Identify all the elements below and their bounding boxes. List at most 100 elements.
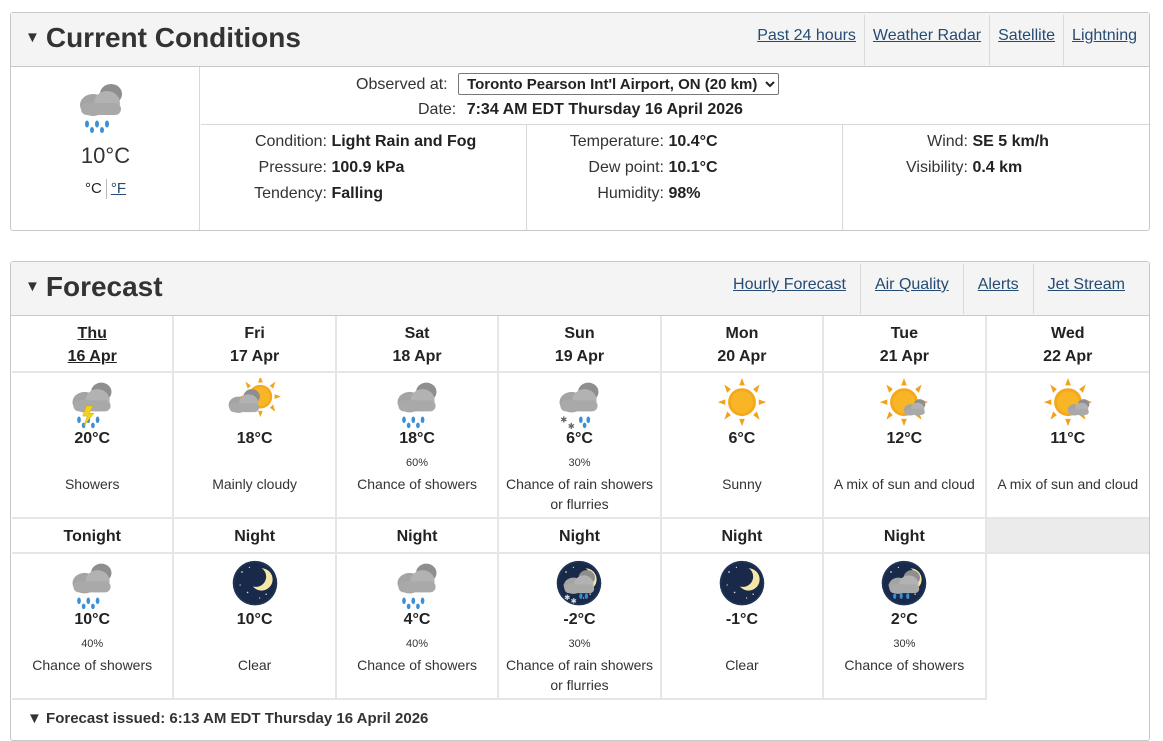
day-header: Mon 20 Apr bbox=[661, 316, 825, 373]
day-forecast-cell: ✱ ✱ 6°C 30% Chance of rain showers or flu… bbox=[499, 373, 662, 519]
condition-label: Condition: bbox=[254, 133, 327, 150]
forecast-temperature: 10°C bbox=[236, 611, 273, 628]
day-header: Wed 22 Apr bbox=[986, 316, 1149, 373]
forecast-summary: Mainly cloudy bbox=[212, 476, 298, 492]
tendency-row: Tendency: Falling bbox=[201, 185, 383, 203]
forecast-temperature: 10°C bbox=[74, 611, 111, 628]
humidity-row: Humidity: 98% bbox=[526, 185, 700, 203]
precip-probability: 60% bbox=[406, 457, 429, 469]
visibility-row: Visibility: 0.4 km bbox=[842, 159, 1022, 177]
day-forecast-cell: 12°C A mix of sun and cloud bbox=[824, 373, 987, 519]
day-forecast-cell: 18°C 60% Chance of showers bbox=[336, 373, 500, 519]
night-header: Night bbox=[336, 519, 500, 554]
day-name: Tue bbox=[890, 325, 918, 342]
forecast-issued-toggle[interactable]: ▼ Forecast issued: 6:13 AM EDT Thursday … bbox=[27, 710, 428, 727]
day-name: Sat bbox=[404, 325, 430, 342]
temperature-value: 10.4°C bbox=[668, 133, 718, 150]
forecast-issued: Forecast issued: 6:13 AM EDT Thursday 16… bbox=[46, 710, 429, 727]
air-quality-link[interactable]: Air Quality bbox=[859, 264, 963, 314]
day-name: Fri bbox=[244, 325, 265, 342]
dewpoint-label: Dew point: bbox=[588, 159, 664, 176]
visibility-value: 0.4 km bbox=[972, 159, 1023, 176]
cloud-rain-icon bbox=[397, 382, 437, 429]
night-forecast-cell: 2°C 30% Chance of showers bbox=[824, 554, 987, 700]
forecast-toggle[interactable]: ▼ Forecast bbox=[25, 271, 163, 303]
collapse-caret-icon[interactable]: ▼ bbox=[25, 29, 40, 46]
forecast-temperature: -1°C bbox=[725, 611, 759, 628]
pressure-value: 100.9 kPa bbox=[331, 159, 405, 176]
forecast-summary: Clear bbox=[237, 657, 272, 673]
current-temperature: 10°C bbox=[80, 143, 131, 168]
night-forecast-cell: -1°C Clear bbox=[661, 554, 825, 700]
precip-probability: 30% bbox=[568, 638, 591, 650]
forecast-temperature: 4°C bbox=[403, 611, 431, 628]
lightning-link[interactable]: Lightning bbox=[1063, 15, 1145, 65]
forecast-summary: Chance of showers bbox=[357, 657, 477, 673]
sun-small-cloud-icon bbox=[880, 378, 929, 427]
hourly-forecast-link[interactable]: Hourly Forecast bbox=[719, 264, 860, 314]
date-value: 7:34 AM EDT Thursday 16 April 2026 bbox=[466, 101, 743, 118]
current-conditions-toggle[interactable]: ▼ Current Conditions bbox=[25, 22, 301, 54]
night-forecast-cell: 4°C 40% Chance of showers bbox=[336, 554, 500, 700]
date-row: Date: 7:34 AM EDT Thursday 16 April 2026 bbox=[418, 101, 743, 119]
forecast-panel: ▼ Forecast Hourly Forecast Air Quality Al… bbox=[10, 261, 1150, 741]
day-name: Sun bbox=[564, 325, 595, 342]
night-header: Night bbox=[824, 519, 987, 554]
forecast-temperature: 2°C bbox=[890, 611, 918, 628]
unit-toggle: °C °F bbox=[11, 179, 200, 199]
forecast-summary: Chance of rain showers or flurries bbox=[505, 476, 654, 512]
past-24-hours-link[interactable]: Past 24 hours bbox=[749, 15, 864, 65]
day-date: 20 Apr bbox=[717, 348, 767, 365]
celsius-unit: °C bbox=[84, 179, 102, 197]
current-conditions-panel: ▼ Current Conditions Past 24 hours Weathe… bbox=[10, 12, 1150, 231]
condition-row: Condition: Light Rain and Fog bbox=[201, 133, 476, 151]
temperature-label: Temperature: bbox=[569, 133, 664, 150]
night-header: Tonight bbox=[12, 519, 175, 554]
night-rain-icon bbox=[882, 560, 927, 606]
forecast-temperature: 12°C bbox=[886, 430, 923, 447]
precip-probability: 30% bbox=[568, 457, 591, 469]
day-header: Fri 17 Apr bbox=[174, 316, 337, 373]
jet-stream-link[interactable]: Jet Stream bbox=[1032, 264, 1139, 314]
humidity-label: Humidity: bbox=[597, 185, 664, 202]
humidity-value: 98% bbox=[668, 185, 701, 202]
forecast-temperature: 6°C bbox=[566, 430, 593, 447]
current-conditions-links: Past 24 hours Weather Radar Satellite Li… bbox=[749, 15, 1145, 65]
cloud-rain-icon bbox=[72, 563, 112, 610]
current-conditions-title: Current Conditions bbox=[45, 22, 301, 53]
night-forecast-cell: ✱ ✱ -2°C 30% Chance of rain showers or fl… bbox=[499, 554, 662, 700]
wind-value: SE 5 km/h bbox=[972, 133, 1049, 150]
sun-icon bbox=[717, 378, 767, 427]
precip-probability: 40% bbox=[81, 638, 104, 650]
station-select[interactable]: Toronto Pearson Int'l Airport, ON (20 km… bbox=[458, 73, 780, 95]
day-header[interactable]: Thu 16 Apr bbox=[12, 316, 175, 373]
observed-row: Observed at: Toronto Pearson Int'l Airpo… bbox=[356, 73, 780, 95]
cloud-rain-icon bbox=[397, 563, 437, 610]
day-date: 21 Apr bbox=[879, 348, 929, 365]
precip-probability: 30% bbox=[893, 638, 916, 650]
svg-text:✱: ✱ bbox=[561, 415, 568, 425]
collapse-caret-icon[interactable]: ▼ bbox=[27, 710, 42, 727]
fahrenheit-link[interactable]: °F bbox=[111, 180, 126, 197]
forecast-temperature: 18°C bbox=[236, 430, 273, 447]
moon-icon bbox=[719, 560, 765, 606]
condition-value: Light Rain and Fog bbox=[331, 133, 477, 150]
weather-radar-link[interactable]: Weather Radar bbox=[863, 15, 989, 65]
thunder-rain-icon bbox=[72, 382, 112, 429]
forecast-links: Hourly Forecast Air Quality Alerts Jet S… bbox=[719, 264, 1139, 314]
wind-row: Wind: SE 5 km/h bbox=[842, 133, 1049, 151]
satellite-link[interactable]: Satellite bbox=[989, 15, 1063, 65]
alerts-link[interactable]: Alerts bbox=[962, 264, 1033, 314]
current-summary: 10°C °C °F bbox=[11, 67, 200, 230]
night-header: Night bbox=[174, 519, 337, 554]
day-name[interactable]: Thu bbox=[78, 325, 107, 342]
collapse-caret-icon[interactable]: ▼ bbox=[25, 278, 40, 295]
day-date[interactable]: 16 Apr bbox=[68, 348, 117, 365]
temperature-row: Temperature: 10.4°C bbox=[526, 133, 718, 151]
day-forecast-cell: 11°C A mix of sun and cloud bbox=[986, 373, 1149, 519]
day-date: 17 Apr bbox=[230, 348, 280, 365]
wind-label: Wind: bbox=[927, 133, 968, 150]
svg-text:✱: ✱ bbox=[571, 597, 577, 606]
empty-night-cell bbox=[986, 519, 1149, 554]
visibility-label: Visibility: bbox=[906, 159, 968, 176]
